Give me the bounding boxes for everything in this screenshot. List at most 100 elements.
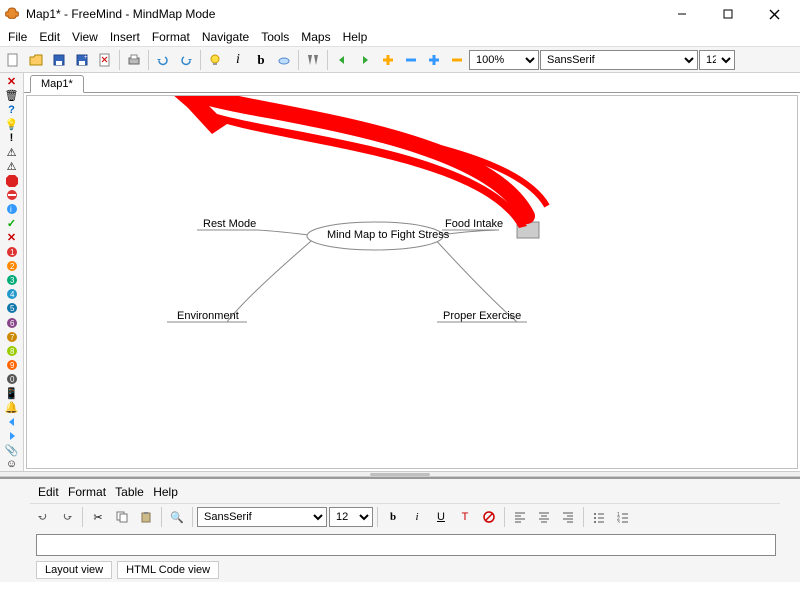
close-button[interactable] xyxy=(752,1,796,27)
menu-tools[interactable]: Tools xyxy=(255,28,295,46)
print-button[interactable] xyxy=(123,49,145,71)
pal-pri3-icon[interactable]: 3 xyxy=(3,273,21,286)
idea-icon[interactable] xyxy=(204,49,226,71)
svg-text:4: 4 xyxy=(10,290,15,299)
menu-format[interactable]: Format xyxy=(146,28,196,46)
e-alignc-icon[interactable] xyxy=(533,506,555,528)
menu-view[interactable]: View xyxy=(66,28,104,46)
add-node-button[interactable] xyxy=(377,49,399,71)
pal-pri8-icon[interactable]: 8 xyxy=(3,344,21,357)
html-view-tab[interactable]: HTML Code view xyxy=(117,561,219,579)
mindmap-canvas[interactable]: Mind Map to Fight Stress Rest Mode Food … xyxy=(26,95,798,469)
e-undo-icon[interactable] xyxy=(32,506,54,528)
e-color-icon[interactable]: T xyxy=(454,506,476,528)
pal-pri5-icon[interactable]: 5 xyxy=(3,302,21,315)
emenu-table[interactable]: Table xyxy=(115,485,144,499)
e-alignr-icon[interactable] xyxy=(557,506,579,528)
menu-file[interactable]: File xyxy=(2,28,33,46)
e-redo-icon[interactable] xyxy=(56,506,78,528)
note-editor: Edit Format Table Help ✂ 🔍 SansSerif 12 … xyxy=(0,477,800,582)
pal-ok-icon[interactable]: ✓ xyxy=(3,217,21,230)
pal-trash-icon[interactable]: 🗑 xyxy=(3,89,21,102)
emenu-edit[interactable]: Edit xyxy=(38,485,59,499)
pal-stop-icon[interactable] xyxy=(3,174,21,187)
node-rest[interactable]: Rest Mode xyxy=(203,218,256,230)
remove-node-button[interactable] xyxy=(400,49,422,71)
e-bold-icon[interactable]: b xyxy=(382,506,404,528)
save-button[interactable] xyxy=(48,49,70,71)
nav-next-button[interactable] xyxy=(354,49,376,71)
e-underline-icon[interactable]: U xyxy=(430,506,452,528)
italic-button[interactable]: i xyxy=(227,49,249,71)
find-button[interactable] xyxy=(302,49,324,71)
remove-child-button[interactable] xyxy=(446,49,468,71)
font-combo[interactable]: SansSerif xyxy=(540,50,698,70)
pal-help-icon[interactable]: ? xyxy=(3,103,21,116)
pal-phone-icon[interactable]: 📱 xyxy=(3,387,21,400)
redo-button[interactable] xyxy=(175,49,197,71)
node-food[interactable]: Food Intake xyxy=(445,218,503,230)
e-copy-icon[interactable] xyxy=(111,506,133,528)
saveas-button[interactable]: + xyxy=(71,49,93,71)
add-child-button[interactable] xyxy=(423,49,445,71)
menu-navigate[interactable]: Navigate xyxy=(196,28,255,46)
bold-button[interactable]: b xyxy=(250,49,272,71)
e-ul-icon[interactable] xyxy=(588,506,610,528)
node-exercise[interactable]: Proper Exercise xyxy=(443,310,521,322)
pal-delete-icon[interactable]: ✕ xyxy=(3,75,21,88)
zoom-combo[interactable]: 100% xyxy=(469,50,539,70)
pal-cancel-icon[interactable] xyxy=(3,188,21,201)
nav-prev-button[interactable] xyxy=(331,49,353,71)
pal-bell-icon[interactable]: 🔔 xyxy=(3,401,21,414)
e-size-combo[interactable]: 12 xyxy=(329,507,373,527)
pal-warn-icon[interactable]: ⚠ xyxy=(3,146,21,159)
pal-pri1-icon[interactable]: 1 xyxy=(3,245,21,258)
svg-text:1: 1 xyxy=(10,248,15,257)
pal-bulb-icon[interactable]: 💡 xyxy=(3,118,21,131)
e-italic-icon[interactable]: i xyxy=(406,506,428,528)
pal-exclaim-icon[interactable]: ! xyxy=(3,132,21,145)
new-button[interactable] xyxy=(2,49,24,71)
pal-pri7-icon[interactable]: 7 xyxy=(3,330,21,343)
close-doc-button[interactable] xyxy=(94,49,116,71)
menu-edit[interactable]: Edit xyxy=(33,28,66,46)
emenu-help[interactable]: Help xyxy=(153,485,178,499)
pal-pri4-icon[interactable]: 4 xyxy=(3,288,21,301)
e-clear-icon[interactable] xyxy=(478,506,500,528)
pal-warn2-icon[interactable]: ⚠ xyxy=(3,160,21,173)
menu-insert[interactable]: Insert xyxy=(104,28,146,46)
layout-view-tab[interactable]: Layout view xyxy=(36,561,112,579)
pal-smile-icon[interactable]: ☺ xyxy=(3,458,21,471)
pal-attach-icon[interactable]: 📎 xyxy=(3,443,21,456)
editor-toolbar: ✂ 🔍 SansSerif 12 b i U T 123 xyxy=(30,504,780,530)
pal-fwd-icon[interactable] xyxy=(3,429,21,442)
menu-help[interactable]: Help xyxy=(337,28,374,46)
pal-pri0-icon[interactable]: 0 xyxy=(3,373,21,386)
e-cut-icon[interactable]: ✂ xyxy=(87,506,109,528)
svg-text:2: 2 xyxy=(10,262,15,271)
pal-pri2-icon[interactable]: 2 xyxy=(3,259,21,272)
pal-info-icon[interactable]: i xyxy=(3,203,21,216)
map-tab[interactable]: Map1* xyxy=(30,75,84,93)
maximize-button[interactable] xyxy=(706,1,750,27)
e-alignl-icon[interactable] xyxy=(509,506,531,528)
pal-pri6-icon[interactable]: 6 xyxy=(3,316,21,329)
e-ol-icon[interactable]: 123 xyxy=(612,506,634,528)
pal-pri9-icon[interactable]: 9 xyxy=(3,358,21,371)
e-paste-icon[interactable] xyxy=(135,506,157,528)
e-font-combo[interactable]: SansSerif xyxy=(197,507,327,527)
cloud-button[interactable] xyxy=(273,49,295,71)
center-node[interactable]: Mind Map to Fight Stress xyxy=(327,229,449,241)
emenu-format[interactable]: Format xyxy=(68,485,106,499)
fontsize-combo[interactable]: 12 xyxy=(699,50,735,70)
pal-back-icon[interactable] xyxy=(3,415,21,428)
pal-notok-icon[interactable]: ✕ xyxy=(3,231,21,244)
minimize-button[interactable] xyxy=(660,1,704,27)
editor-textfield[interactable] xyxy=(36,534,776,556)
undo-button[interactable] xyxy=(152,49,174,71)
e-find-icon[interactable]: 🔍 xyxy=(166,506,188,528)
menu-bar: File Edit View Insert Format Navigate To… xyxy=(0,28,800,47)
open-button[interactable] xyxy=(25,49,47,71)
node-env[interactable]: Environment xyxy=(177,310,239,322)
menu-maps[interactable]: Maps xyxy=(295,28,336,46)
